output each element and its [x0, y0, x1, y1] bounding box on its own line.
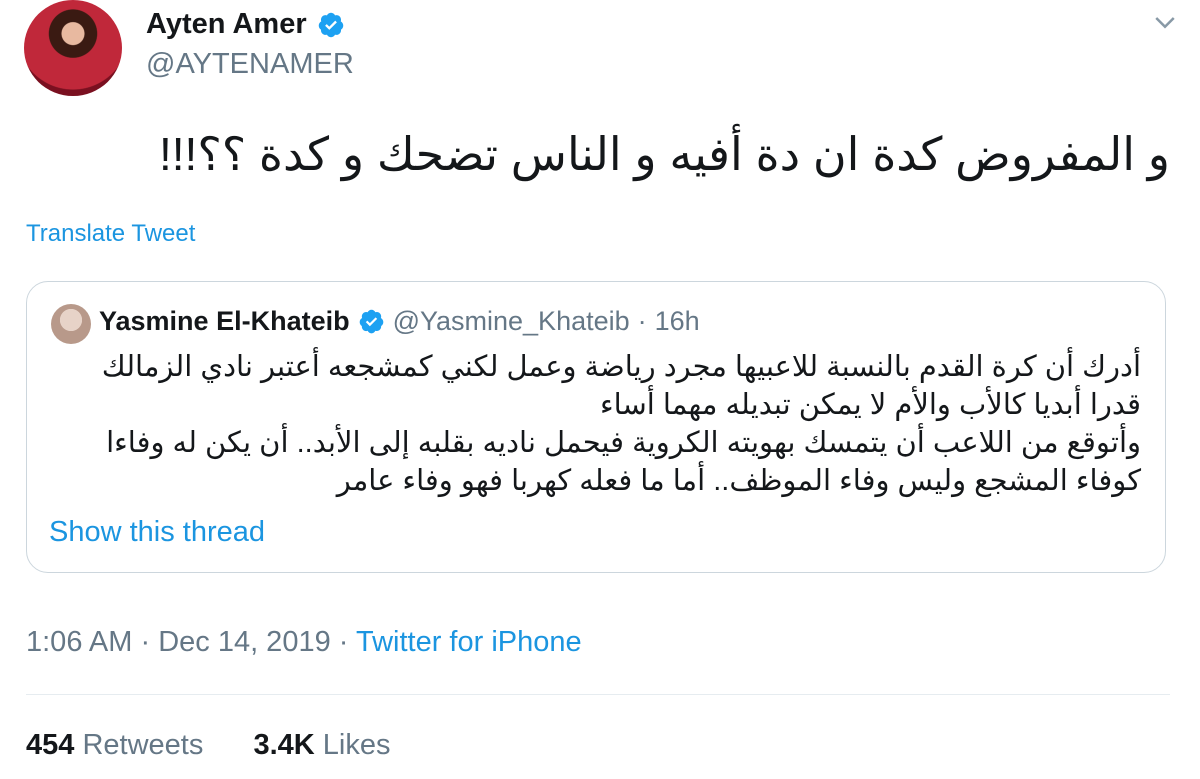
- tweet-date[interactable]: Dec 14, 2019: [158, 626, 331, 658]
- quoted-tweet-header: Yasmine El-Khateib @Yasmine_Khateib · 16…: [99, 306, 700, 337]
- divider: [26, 694, 1170, 695]
- author-avatar[interactable]: [24, 0, 122, 96]
- retweets-count: 454: [26, 729, 75, 761]
- likes-stat[interactable]: 3.4K Likes: [253, 729, 390, 761]
- separator-dot: ·: [140, 626, 159, 658]
- show-thread-link[interactable]: Show this thread: [49, 516, 265, 549]
- tweet-meta: 1:06 AM · Dec 14, 2019 · Twitter for iPh…: [26, 626, 582, 659]
- quoted-author-name: Yasmine El-Khateib: [99, 306, 350, 336]
- translate-tweet-link[interactable]: Translate Tweet: [26, 220, 195, 248]
- retweets-label: Retweets: [82, 729, 204, 761]
- quoted-author-avatar: [51, 304, 91, 344]
- quoted-tweet-age: 16h: [654, 306, 700, 336]
- quoted-text-line: كوفاء المشجع وليس وفاء الموظف.. أما ما ف…: [336, 465, 1141, 497]
- verified-badge-icon: [359, 309, 383, 334]
- retweets-stat[interactable]: 454 Retweets: [26, 729, 203, 761]
- tweet-source-link[interactable]: Twitter for iPhone: [356, 626, 582, 658]
- tweet-time[interactable]: 1:06 AM: [26, 626, 132, 658]
- separator-dot: ·: [338, 626, 356, 658]
- quoted-text-line: أدرك أن كرة القدم بالنسبة للاعبيها مجرد …: [101, 351, 1141, 383]
- likes-label: Likes: [322, 729, 391, 761]
- quoted-author-handle: @Yasmine_Khateib: [392, 306, 630, 336]
- verified-badge-icon: [318, 12, 343, 37]
- tweet-text: و المفروض كدة ان دة أفيه و الناس تضحك و …: [158, 128, 1170, 180]
- author-name[interactable]: Ayten Amer: [146, 8, 307, 41]
- chevron-down-icon[interactable]: [1150, 8, 1180, 38]
- author-handle[interactable]: @AYTENAMER: [146, 48, 354, 81]
- likes-count: 3.4K: [253, 729, 315, 761]
- separator-dot: ·: [637, 306, 647, 336]
- quoted-text-line: قدرا أبديا كالأب والأم لا يمكن تبديله مه…: [600, 389, 1141, 421]
- tweet-stats: 454 Retweets 3.4K Likes: [26, 729, 391, 762]
- quoted-text-line: وأتوقع من اللاعب أن يتمسك بهويته الكروية…: [106, 427, 1141, 459]
- author-name-row: Ayten Amer: [146, 8, 345, 41]
- quoted-tweet-card[interactable]: Yasmine El-Khateib @Yasmine_Khateib · 16…: [26, 281, 1166, 573]
- quoted-tweet-text: أدرك أن كرة القدم بالنسبة للاعبيها مجرد …: [51, 348, 1141, 500]
